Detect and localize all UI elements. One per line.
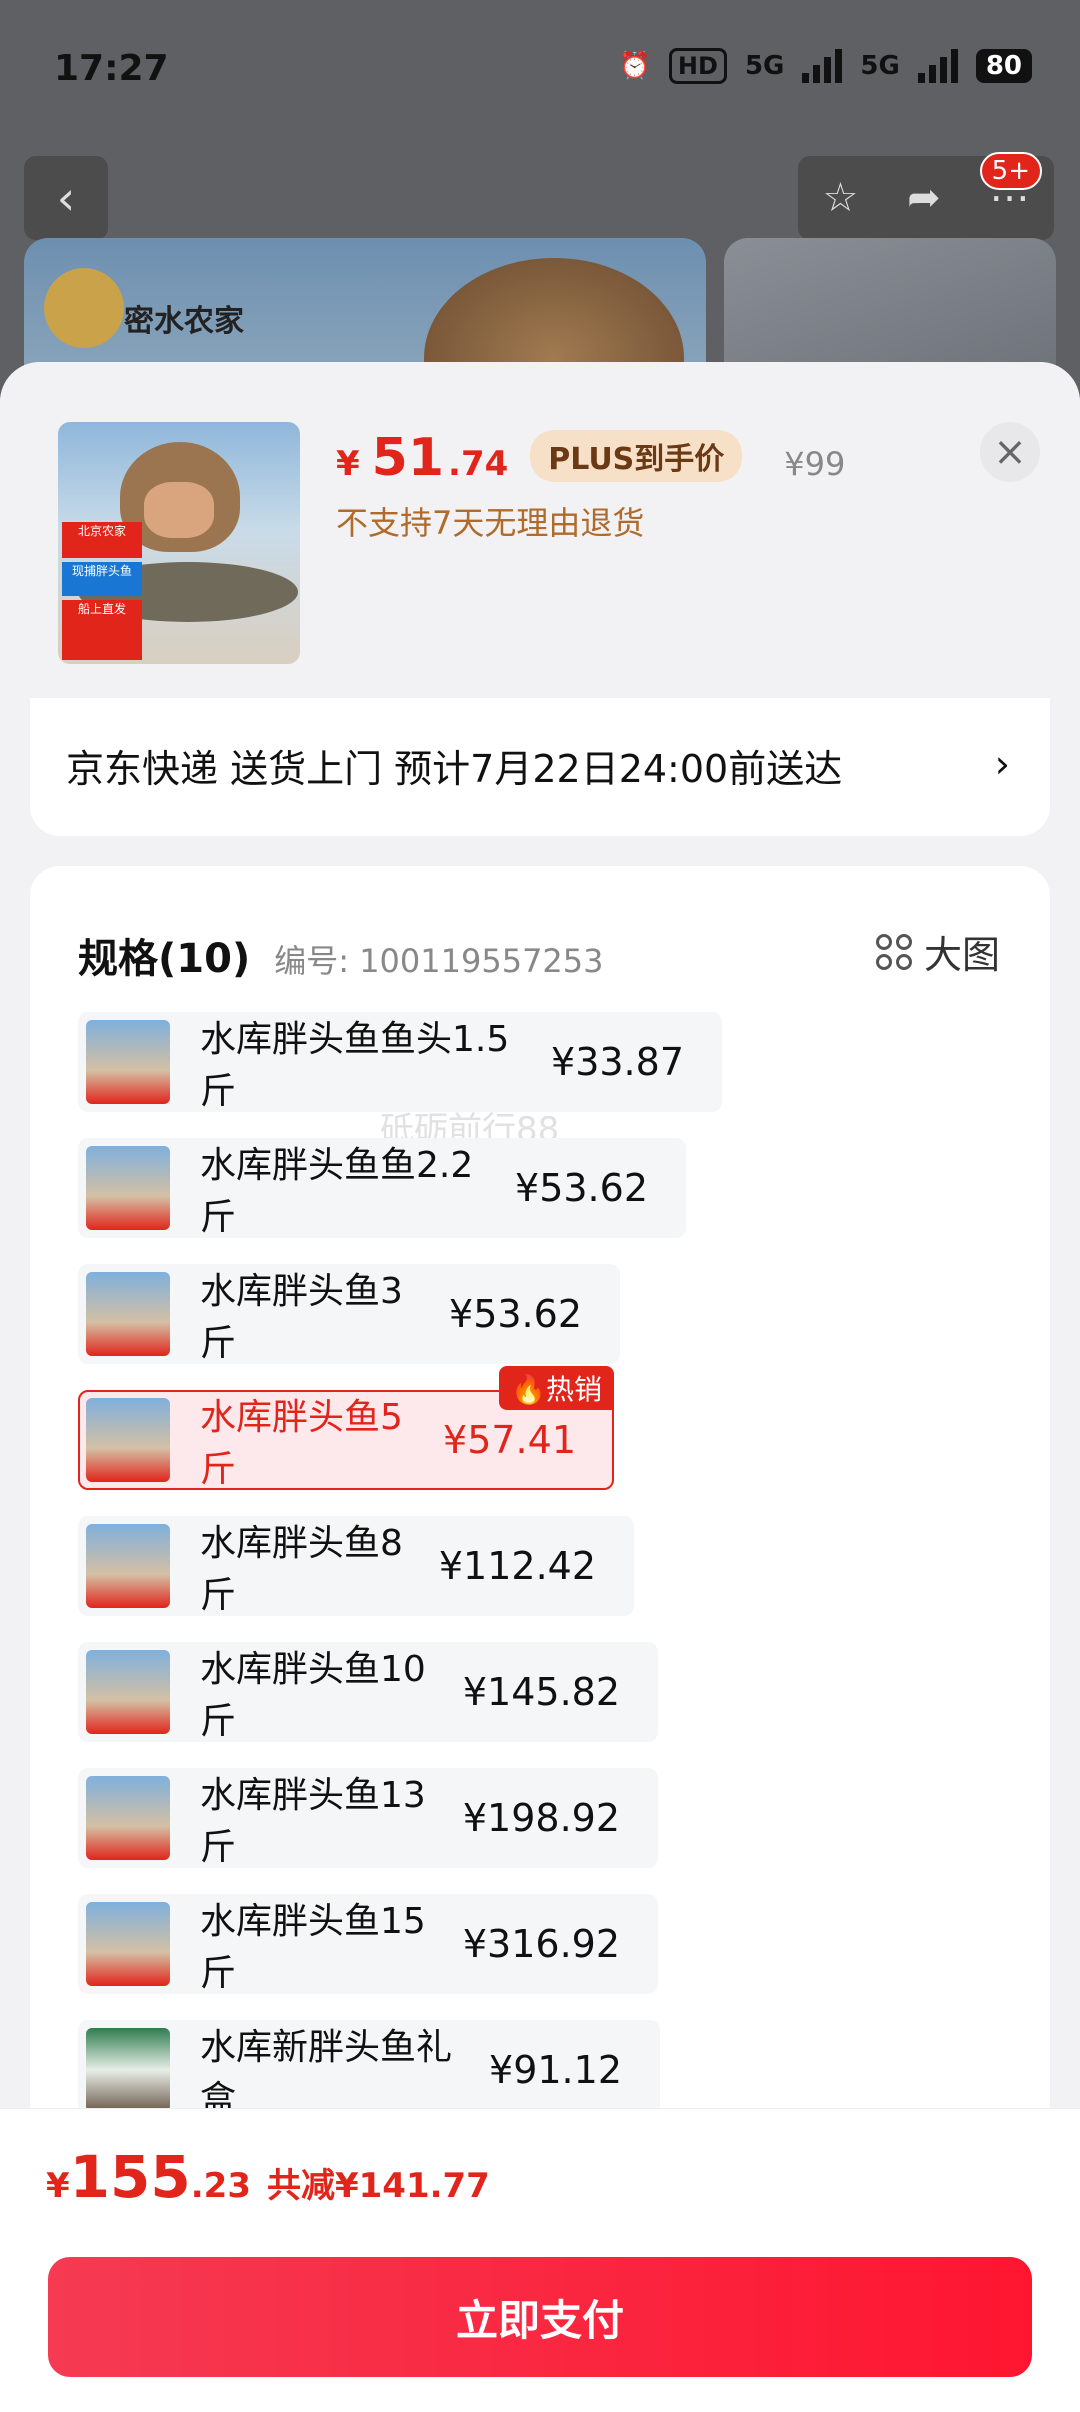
spec-price: ¥112.42 <box>438 1544 596 1588</box>
hot-sale-label: 热销 <box>545 1373 602 1406</box>
status-icons: ⏰ HD 5G 5G 80 <box>619 48 1032 84</box>
spec-name: 水库胖头鱼8斤 <box>200 1523 403 1616</box>
refund-note: 不支持7天无理由退货 <box>336 504 645 542</box>
spec-thumbnail <box>86 1650 170 1734</box>
spec-title: 规格(10) <box>78 936 251 982</box>
total-integer: 155 <box>69 2143 191 2211</box>
hero-photo <box>424 258 684 378</box>
page-header: ‹ ☆ ➦ ⋯ 5+ <box>0 150 1080 250</box>
spec-name: 水库胖头鱼5斤 <box>200 1397 403 1490</box>
status-bar: 17:27 ⏰ HD 5G 5G 80 <box>0 0 1080 140</box>
product-thumbnail[interactable]: 北京农家 现捕胖头鱼 船上直发 <box>58 422 300 664</box>
spec-option[interactable]: 水库胖头鱼鱼2.2斤 ¥53.62 <box>78 1138 686 1238</box>
hero-image[interactable]: 密水农家 <box>24 238 706 378</box>
spec-price: ¥53.62 <box>515 1166 648 1210</box>
spec-thumbnail <box>86 1020 170 1104</box>
price-decimal: .74 <box>448 444 509 484</box>
spec-thumbnail <box>86 1272 170 1356</box>
spec-name: 水库胖头鱼3斤 <box>200 1271 403 1364</box>
product-summary: 北京农家 现捕胖头鱼 船上直发 ¥ 51 .74 PLUS到手价 ¥99 不支持… <box>0 362 1080 702</box>
spec-selection-sheet: 北京农家 现捕胖头鱼 船上直发 ¥ 51 .74 PLUS到手价 ¥99 不支持… <box>0 362 1080 2412</box>
total-price: ¥ 155 .23 共减¥141.77 <box>46 2143 490 2211</box>
spec-header: 规格(10) 编号: 100119557253 <box>78 926 604 984</box>
thumbnail-tag: 现捕胖头鱼 <box>62 562 142 596</box>
chevron-right-icon: › <box>994 742 1010 786</box>
checkout-bar: ¥ 155 .23 共减¥141.77 立即支付 <box>0 2108 1080 2412</box>
spec-option-selected[interactable]: 水库胖头鱼5斤 ¥57.41 🔥热销 <box>78 1366 614 1490</box>
spec-price: ¥145.82 <box>462 1670 620 1714</box>
spec-price: ¥198.92 <box>462 1796 620 1840</box>
signal-icon-2 <box>917 49 958 83</box>
spec-name: 水库胖头鱼15斤 <box>200 1901 426 1994</box>
spec-name: 水库新胖头鱼礼盒 <box>200 2027 453 2120</box>
price-integer: 51 <box>371 428 445 488</box>
plus-price-tag: PLUS到手价 <box>530 430 743 482</box>
hd-icon: HD <box>668 48 727 84</box>
signal-icon <box>802 49 843 83</box>
grid-icon <box>875 933 912 970</box>
network-5g-label: 5G <box>744 51 785 81</box>
product-code: 编号: 100119557253 <box>274 942 604 980</box>
price-row: ¥ 51 .74 PLUS到手价 ¥99 <box>336 428 845 488</box>
big-image-toggle[interactable]: 大图 <box>875 924 1000 979</box>
spec-thumbnail <box>86 1776 170 1860</box>
spec-name: 水库胖头鱼13斤 <box>200 1775 426 1868</box>
spec-option[interactable]: 水库胖头鱼10斤 ¥145.82 <box>78 1642 658 1742</box>
battery-icon: 80 <box>975 49 1032 83</box>
header-toolbar: ☆ ➦ ⋯ 5+ <box>798 152 1054 240</box>
spec-name: 水库胖头鱼10斤 <box>200 1649 426 1742</box>
big-image-label: 大图 <box>923 933 1000 977</box>
original-price: ¥99 <box>784 445 846 483</box>
spec-list: 水库胖头鱼鱼头1.5斤 ¥33.87 水库胖头鱼鱼2.2斤 ¥53.62 水库胖… <box>78 1012 1002 2146</box>
status-time: 17:27 <box>54 48 169 89</box>
total-savings: 共减¥141.77 <box>266 2166 490 2206</box>
hero-image-secondary[interactable] <box>724 238 1056 378</box>
spec-price: ¥91.12 <box>489 2048 622 2092</box>
spec-thumbnail <box>86 1398 170 1482</box>
brand-name: 密水农家 <box>124 304 244 339</box>
spec-price: ¥53.62 <box>449 1292 582 1336</box>
spec-option[interactable]: 水库新胖头鱼礼盒 ¥91.12 <box>78 2020 660 2120</box>
pay-now-button[interactable]: 立即支付 <box>48 2257 1032 2377</box>
spec-price: ¥57.41 <box>443 1418 576 1462</box>
total-currency: ¥ <box>46 2166 70 2206</box>
share-icon[interactable]: ➦ <box>907 175 941 221</box>
spec-name: 水库胖头鱼鱼头1.5斤 <box>200 1019 510 1112</box>
delivery-text: 京东快递 送货上门 预计7月22日24:00前送达 <box>66 747 843 791</box>
close-button[interactable]: × <box>980 422 1040 482</box>
chevron-left-icon: ‹ <box>56 171 76 225</box>
spec-thumbnail <box>86 1524 170 1608</box>
brand-logo <box>44 268 124 348</box>
spec-thumbnail <box>86 1146 170 1230</box>
spec-option[interactable]: 水库胖头鱼13斤 ¥198.92 <box>78 1768 658 1868</box>
spec-option[interactable]: 水库胖头鱼15斤 ¥316.92 <box>78 1894 658 1994</box>
spec-option[interactable]: 水库胖头鱼3斤 ¥53.62 <box>78 1264 620 1364</box>
spec-option[interactable]: 水库胖头鱼鱼头1.5斤 ¥33.87 <box>78 1012 722 1112</box>
back-button[interactable]: ‹ <box>24 156 108 240</box>
spec-price: ¥316.92 <box>462 1922 620 1966</box>
spec-thumbnail <box>86 2028 170 2112</box>
spec-price: ¥33.87 <box>551 1040 684 1084</box>
delivery-row[interactable]: 京东快递 送货上门 预计7月22日24:00前送达 › <box>30 698 1050 836</box>
alarm-icon: ⏰ <box>618 51 651 81</box>
spec-thumbnail <box>86 1902 170 1986</box>
star-icon[interactable]: ☆ <box>822 175 858 221</box>
thumbnail-face <box>144 482 214 538</box>
close-icon: × <box>993 429 1027 475</box>
total-decimal: .23 <box>190 2166 251 2206</box>
notification-badge: 5+ <box>979 152 1042 190</box>
hot-sale-badge: 🔥热销 <box>499 1366 614 1410</box>
thumbnail-tag: 北京农家 <box>62 522 142 558</box>
spec-name: 水库胖头鱼鱼2.2斤 <box>200 1145 474 1238</box>
price-currency: ¥ <box>336 444 360 484</box>
network-5g-label-2: 5G <box>860 51 900 81</box>
fire-icon: 🔥 <box>511 1373 546 1406</box>
thumbnail-tag: 船上直发 <box>62 600 142 660</box>
spec-option[interactable]: 水库胖头鱼8斤 ¥112.42 <box>78 1516 634 1616</box>
